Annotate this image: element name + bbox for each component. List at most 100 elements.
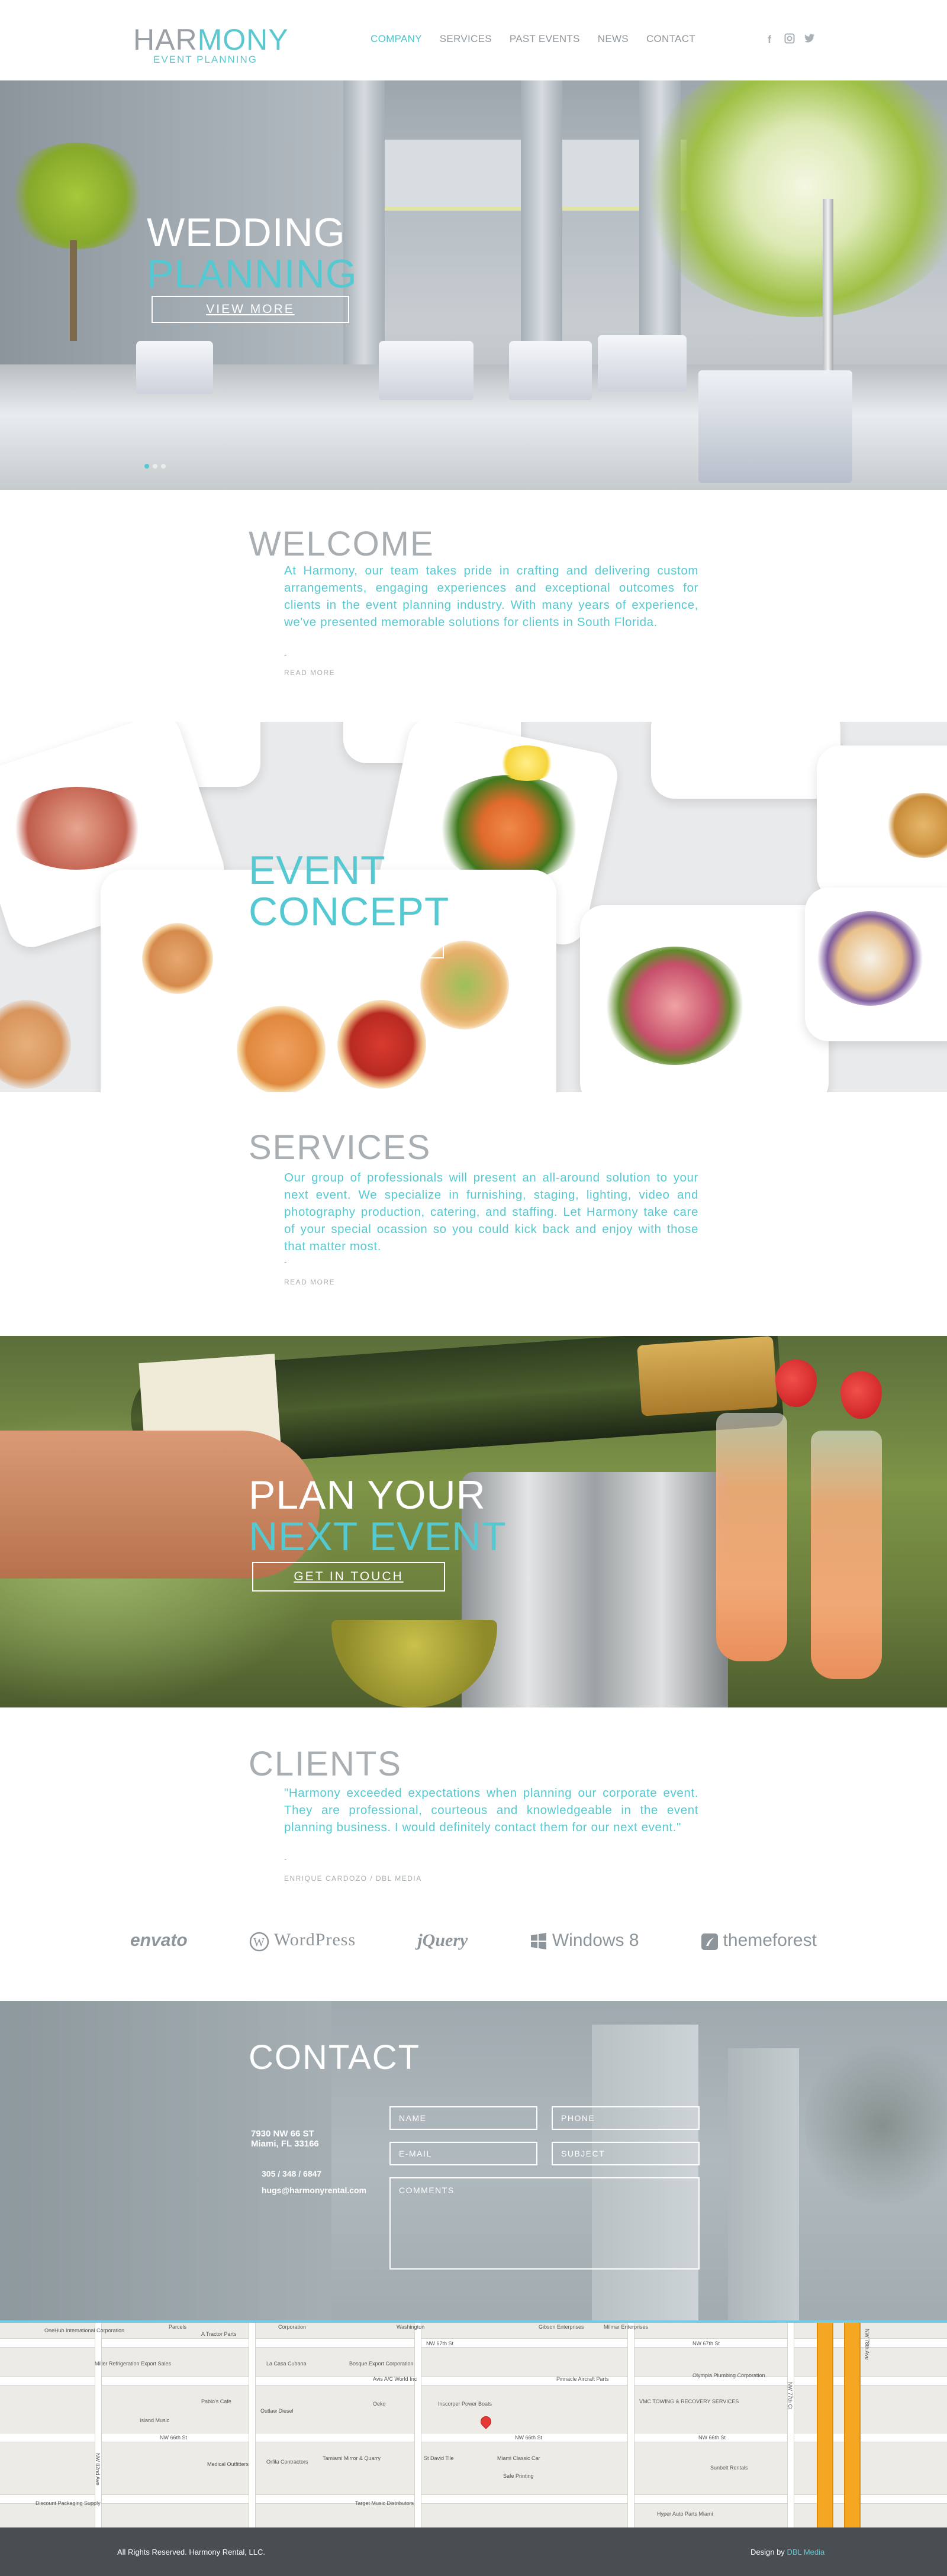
nav-past-events[interactable]: PAST EVENTS	[510, 33, 580, 45]
hero-backdrop-table	[136, 341, 213, 394]
map-place: A Tractor Parts	[201, 2331, 237, 2337]
street-label: NW 66th St	[160, 2435, 188, 2441]
view-more-button[interactable]: VIEW MORE	[152, 296, 349, 323]
map-place: Gibson Enterprises	[539, 2324, 584, 2330]
map-place: Target Music Distributors	[355, 2500, 414, 2506]
map-road	[787, 2323, 794, 2527]
map-place: Medical Outfitters	[207, 2461, 249, 2467]
address-line1: 7930 NW 66 ST	[251, 2129, 314, 2139]
food-item	[817, 911, 923, 1006]
champagne-glass	[716, 1413, 787, 1661]
themeforest-logo: themeforest	[701, 1931, 817, 1951]
clients-heading: CLIENTS	[249, 1745, 402, 1783]
hero-title: WEDDING PLANNING	[147, 212, 357, 295]
slider-dot-2[interactable]	[153, 464, 157, 469]
contact-address: 7930 NW 66 ST Miami, FL 33166	[251, 2129, 319, 2149]
plan-title-line1: PLAN YOUR	[249, 1473, 486, 1518]
hero-title-line1: WEDDING	[147, 210, 346, 255]
hero-backdrop-flowers	[639, 80, 947, 317]
client-logos: envato W WordPress jQuery Windows 8 them…	[130, 1930, 817, 1952]
strawberry	[840, 1371, 882, 1419]
food-item	[0, 1000, 71, 1089]
quote-author: ENRIQUE CARDOZO / DBL MEDIA	[284, 1874, 422, 1883]
services-heading: SERVICES	[249, 1128, 431, 1167]
strawberry	[775, 1360, 817, 1407]
concept-title-line2: CONCEPT	[249, 889, 450, 934]
food-item	[142, 923, 213, 994]
map-place: Parcels	[169, 2324, 187, 2330]
comments-field[interactable]	[389, 2177, 700, 2270]
location-pin-icon[interactable]	[478, 2414, 494, 2432]
street-label: NW 67th St	[692, 2341, 720, 2346]
hero-backdrop-table	[509, 341, 592, 400]
facebook-icon[interactable]: f	[764, 33, 775, 46]
map-place: Island Music	[140, 2417, 170, 2423]
map-road	[95, 2323, 102, 2527]
email-field[interactable]	[389, 2142, 537, 2165]
contact-email[interactable]: hugs@harmonyrental.com	[262, 2186, 366, 2195]
services-section: SERVICES Our group of professionals will…	[0, 1092, 947, 1336]
view-past-events-button[interactable]: VIEW PAST EVENTS	[253, 931, 444, 958]
welcome-dash: -	[284, 650, 287, 659]
social-links: f	[764, 33, 816, 46]
event-concept-section: EVENT CONCEPT VIEW PAST EVENTS	[0, 722, 947, 1092]
hero-title-line2: PLANNING	[147, 251, 357, 296]
map-place: Corporation	[278, 2324, 307, 2330]
services-read-more-link[interactable]: READ MORE	[284, 1278, 335, 1286]
street-label: NW 66th St	[515, 2435, 543, 2441]
map-place: Miami Classic Car	[497, 2455, 540, 2461]
slider-dots	[144, 464, 166, 469]
food-item	[337, 1000, 426, 1089]
hero-backdrop-table	[698, 370, 852, 483]
hero-backdrop-table	[379, 341, 474, 400]
welcome-body: At Harmony, our team takes pride in craf…	[284, 564, 698, 629]
hero-backdrop-tree	[6, 143, 148, 249]
nav-contact[interactable]: CONTACT	[646, 33, 695, 45]
site-header: HARMONY EVENT PLANNING COMPANY SERVICES …	[0, 0, 947, 80]
food-item	[432, 775, 586, 882]
clients-dash: -	[284, 1854, 287, 1864]
slider-dot-3[interactable]	[161, 464, 166, 469]
welcome-read-more-link[interactable]: READ MORE	[284, 669, 335, 677]
envato-logo: envato	[130, 1931, 188, 1951]
twitter-icon[interactable]	[804, 33, 816, 46]
nav-news[interactable]: NEWS	[598, 33, 629, 45]
nav-services[interactable]: SERVICES	[440, 33, 492, 45]
plan-title-line2: NEXT EVENT	[249, 1514, 507, 1559]
map-place: Tamiami Mirror & Quarry	[323, 2455, 381, 2461]
services-dash: -	[284, 1257, 287, 1266]
location-map[interactable]: NW 67th St NW 67th St NW 66th St NW 66th…	[0, 2320, 947, 2527]
logo-text-teal: MONY	[197, 23, 289, 56]
themeforest-logo-text: themeforest	[723, 1931, 817, 1951]
design-by-label: Design by	[750, 2548, 785, 2556]
clients-section: CLIENTS "Harmony exceeded expectations w…	[0, 1707, 947, 2001]
champagne-glass	[811, 1431, 882, 1679]
contact-phone[interactable]: 305 / 348 / 6847	[262, 2169, 321, 2178]
map-place: Olympia Plumbing Corporation	[692, 2372, 765, 2378]
harmony-logo[interactable]: HARMONY EVENT PLANNING	[133, 23, 289, 66]
subject-field[interactable]	[552, 2142, 700, 2165]
map-place: Inscorper Power Boats	[438, 2401, 492, 2407]
get-in-touch-button[interactable]: GET IN TOUCH	[252, 1562, 445, 1592]
name-field[interactable]	[389, 2106, 537, 2130]
map-place: Avis A/C World Inc	[373, 2376, 417, 2382]
street-label: NW 78th Ave	[864, 2329, 870, 2360]
dbl-media-link[interactable]: DBL Media	[787, 2548, 824, 2556]
instagram-icon[interactable]	[784, 33, 795, 46]
map-place: Orfila Contractors	[266, 2459, 308, 2465]
welcome-section: WELCOME At Harmony, our team takes pride…	[0, 490, 947, 722]
jquery-logo: jQuery	[417, 1931, 468, 1951]
map-place: Safe Printing	[503, 2473, 534, 2479]
main-nav: COMPANY SERVICES PAST EVENTS NEWS CONTAC…	[371, 33, 695, 45]
design-credit: Design by DBL Media	[750, 2548, 824, 2556]
svg-text:W: W	[253, 1936, 265, 1949]
contact-section: CONTACT 7930 NW 66 ST Miami, FL 33166 30…	[0, 2001, 947, 2320]
nav-company[interactable]: COMPANY	[371, 33, 422, 45]
map-place: St David Tile	[424, 2455, 454, 2461]
street-label: NW 67th St	[426, 2341, 454, 2346]
slider-dot-1[interactable]	[144, 464, 149, 469]
welcome-heading: WELCOME	[249, 525, 434, 563]
food-item	[604, 947, 746, 1065]
map-place: VMC TOWING & RECOVERY SERVICES	[639, 2399, 739, 2404]
phone-field[interactable]	[552, 2106, 700, 2130]
